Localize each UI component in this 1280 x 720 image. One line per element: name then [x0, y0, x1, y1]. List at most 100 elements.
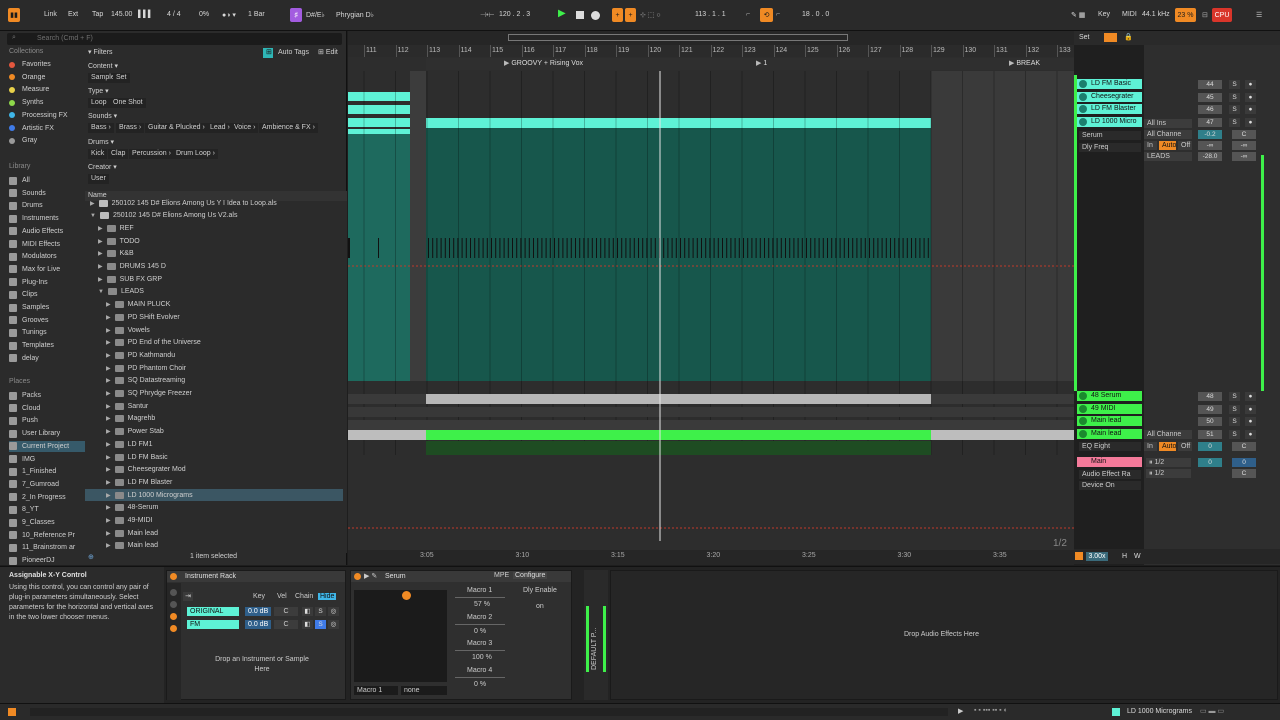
midi-note[interactable]	[764, 238, 765, 258]
crossfade-icon[interactable]	[1104, 33, 1117, 42]
track-volume-db[interactable]: -0.2	[1198, 130, 1222, 139]
filter-chip-sounds[interactable]: Lead ›	[207, 123, 233, 133]
collapsed-icon[interactable]: ▶	[106, 377, 111, 384]
midi-note[interactable]	[449, 238, 450, 258]
locator-lane[interactable]: ▶ GROOVY + Rising Vox ▶ 1 ▶ BREAK	[426, 58, 1074, 70]
mixer-toggle-icon[interactable]	[170, 625, 177, 632]
midi-note[interactable]	[701, 238, 702, 258]
midi-note[interactable]	[780, 238, 782, 258]
midi-note[interactable]	[596, 238, 597, 258]
arm-icon[interactable]: ●	[1245, 80, 1256, 89]
serum-play-icon[interactable]: ▶ ✎	[364, 572, 377, 580]
library-audio-effects[interactable]: Audio Effects	[9, 226, 85, 237]
midi-note[interactable]	[512, 238, 513, 258]
track-activator-icon[interactable]	[1079, 92, 1087, 101]
monitor-auto[interactable]: Auto	[1159, 442, 1176, 451]
library-grooves[interactable]: Grooves	[9, 315, 85, 326]
midi-note[interactable]	[902, 238, 904, 258]
place-cloud[interactable]: Cloud	[9, 403, 85, 414]
midi-note[interactable]	[608, 238, 610, 258]
collapsed-icon[interactable]: ▶	[98, 250, 103, 257]
collection-artistic-fx[interactable]: Artistic FX	[9, 123, 85, 134]
arm-icon[interactable]: ●	[1245, 392, 1256, 401]
midi-map-button[interactable]: MIDI	[1122, 11, 1137, 18]
file-row[interactable]: ▶ REF	[85, 222, 343, 234]
midi-note[interactable]	[906, 238, 908, 258]
midi-note[interactable]	[680, 238, 681, 258]
collapsed-icon[interactable]: ▶	[106, 415, 111, 422]
midi-note[interactable]	[675, 238, 677, 258]
chain-volume[interactable]: 0.0 dB	[245, 607, 271, 616]
chain-hotswap-icon[interactable]: ◎	[328, 607, 339, 616]
library-sounds[interactable]: Sounds	[9, 188, 85, 199]
file-row[interactable]: ▶ PD End of the Universe	[85, 337, 343, 349]
rack-column-hide[interactable]: Hide	[318, 593, 337, 600]
track-activator-icon[interactable]	[1079, 118, 1087, 127]
filters-title[interactable]: ▾ Filters	[88, 48, 113, 56]
midi-note[interactable]	[692, 238, 694, 258]
midi-note[interactable]	[852, 238, 854, 258]
library-drums[interactable]: Drums	[9, 200, 85, 211]
main-send[interactable]: 0	[1232, 458, 1256, 467]
collapsed-icon[interactable]: ▶	[98, 238, 103, 245]
arm-icon[interactable]: ●	[1245, 417, 1256, 427]
follow-icon[interactable]: ●◑ ▾	[222, 11, 236, 19]
collection-favorites[interactable]: Favorites	[9, 59, 85, 70]
midi-note[interactable]	[705, 238, 707, 258]
track-volume[interactable]: 51	[1198, 430, 1222, 440]
filter-chip-type[interactable]: Loop	[88, 98, 110, 108]
track-volume[interactable]: 47	[1198, 118, 1222, 128]
chain-solo-button[interactable]: S	[315, 607, 326, 616]
file-row[interactable]: ▶ LD 1000 Micrograms	[85, 489, 343, 502]
file-row[interactable]: ▶ 48-Serum	[85, 502, 343, 514]
scale-chooser[interactable]: Phrygian D♭	[336, 11, 374, 19]
expanded-icon[interactable]: ▼	[90, 213, 96, 219]
lane-49-midi[interactable]	[348, 407, 1074, 417]
collapsed-icon[interactable]: ▶	[90, 200, 95, 207]
edit-filters-button[interactable]: ⊞ Edit	[315, 48, 341, 58]
xy-pad[interactable]	[354, 590, 447, 682]
midi-note[interactable]	[911, 238, 912, 258]
monitor-auto[interactable]: Auto	[1159, 141, 1176, 150]
track-header[interactable]: LD FM Blaster	[1077, 104, 1142, 115]
midi-note[interactable]	[428, 238, 429, 258]
midi-note[interactable]	[537, 238, 539, 258]
collapsed-icon[interactable]: ▶	[106, 339, 111, 346]
midi-note[interactable]	[806, 238, 807, 258]
midi-note[interactable]	[541, 238, 543, 258]
locator-marker[interactable]: ▶ 1	[756, 59, 767, 67]
overview-strip[interactable]	[348, 31, 1074, 45]
expanded-icon[interactable]: ▼	[98, 289, 104, 295]
midi-note[interactable]	[915, 238, 917, 258]
view-toggles-icon[interactable]: ▭ ▬ ▭	[1200, 707, 1224, 715]
file-row[interactable]: ▶ K&B	[85, 248, 343, 260]
library-midi-effects[interactable]: MIDI Effects	[9, 239, 85, 250]
auto-tags-button[interactable]: Auto Tags	[275, 48, 312, 58]
library-modulators[interactable]: Modulators	[9, 251, 85, 262]
library-plug-ins[interactable]: Plug-Ins	[9, 277, 85, 288]
drums-heading[interactable]: Drums ▾	[88, 138, 114, 146]
file-row[interactable]: ▶ 49-MIDI	[85, 515, 343, 527]
send-d[interactable]: -∞	[1232, 152, 1256, 161]
h-zoom-button[interactable]: H	[1122, 553, 1127, 560]
midi-note[interactable]	[461, 238, 463, 258]
punch-out-icon[interactable]: ⌐	[776, 11, 780, 18]
solo-button[interactable]: S	[1229, 392, 1240, 401]
track-activator-icon[interactable]	[1079, 80, 1087, 88]
chain-name[interactable]: FM	[187, 620, 239, 629]
rack-column-chain[interactable]: Chain	[295, 593, 313, 600]
audio-effects-drop-area[interactable]: Drop Audio Effects Here	[610, 570, 1278, 700]
arm-icon[interactable]: ●	[1245, 105, 1256, 115]
place-1-finished[interactable]: 1_Finished	[9, 466, 85, 477]
output-chooser[interactable]: LEADS	[1144, 152, 1192, 161]
chain-pan[interactable]: C	[274, 620, 298, 629]
midi-note[interactable]	[545, 238, 547, 258]
collection-orange[interactable]: Orange	[9, 72, 85, 83]
midi-note[interactable]	[667, 238, 669, 258]
collapsed-icon[interactable]: ▶	[106, 327, 111, 334]
input-type-chooser[interactable]: All Ins	[1144, 119, 1192, 128]
capture-icon[interactable]: ⊹ ⬚ ○	[640, 11, 661, 19]
locator-marker[interactable]: ▶ GROOVY + Rising Vox	[504, 59, 583, 67]
send-b[interactable]: -∞	[1232, 141, 1256, 150]
filter-chip-type[interactable]: One Shot	[110, 98, 146, 108]
